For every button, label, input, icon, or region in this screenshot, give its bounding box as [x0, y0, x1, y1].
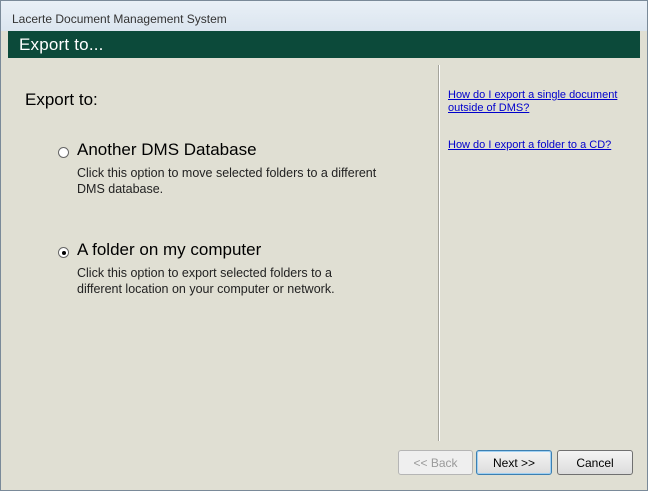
page-title: Export to...	[19, 35, 104, 54]
option-title[interactable]: Another DMS Database	[77, 140, 257, 160]
title-bar: Lacerte Document Management System	[1, 1, 647, 31]
cancel-button[interactable]: Cancel	[557, 450, 633, 475]
section-heading: Export to:	[25, 90, 98, 109]
back-button[interactable]: << Back	[398, 450, 473, 475]
window-title: Lacerte Document Management System	[12, 12, 227, 26]
dialog-window: Lacerte Document Management System Expor…	[0, 0, 648, 491]
radio-folder-on-computer[interactable]	[58, 247, 69, 258]
option-description: Click this option to move selected folde…	[77, 166, 377, 196]
help-link-export-single-document[interactable]: How do I export a single document outsid…	[448, 89, 628, 115]
option-description: Click this option to export selected fol…	[77, 266, 335, 296]
radio-another-dms-database[interactable]	[58, 147, 69, 158]
vertical-divider	[438, 65, 440, 441]
help-link-export-folder-to-cd[interactable]: How do I export a folder to a CD?	[448, 139, 628, 152]
option-title[interactable]: A folder on my computer	[77, 240, 261, 260]
content-panel: Export to: Another DMS Database Click th…	[8, 58, 640, 490]
next-button[interactable]: Next >>	[476, 450, 552, 475]
header-bar: Export to...	[8, 31, 640, 58]
